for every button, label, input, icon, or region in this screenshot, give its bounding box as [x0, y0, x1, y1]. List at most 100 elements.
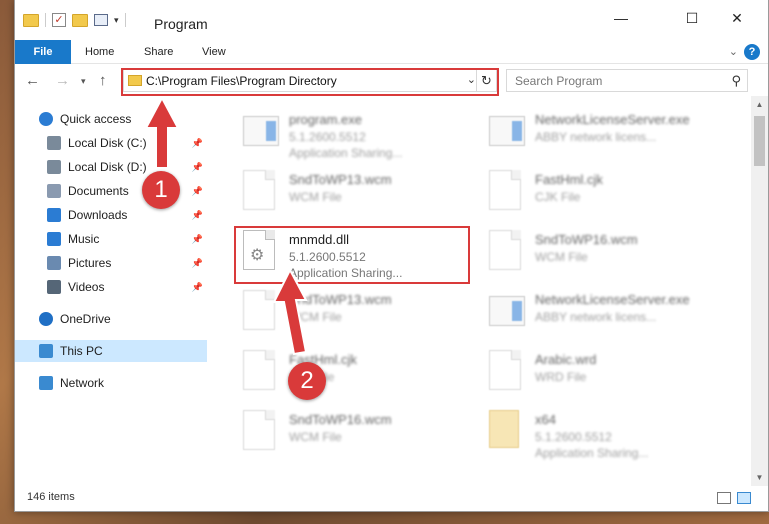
tab-home[interactable]: Home	[85, 40, 114, 64]
sidebar-item-label: Music	[68, 232, 100, 246]
expand-ribbon-chevron-icon[interactable]: ⌄	[729, 45, 738, 58]
file-name: program.exe	[289, 112, 362, 127]
file-name: x64	[535, 412, 556, 427]
videos-icon	[47, 280, 61, 294]
maximize-button[interactable]: ☐	[669, 10, 715, 27]
search-placeholder: Search Program	[515, 74, 603, 88]
pin-icon[interactable]: 📌	[192, 180, 203, 202]
sidebar-item-local-disk-c[interactable]: Local Disk (C:) 📌	[15, 132, 207, 154]
file-meta: WCM File	[535, 250, 588, 264]
back-arrow-icon[interactable]: ←	[25, 72, 40, 89]
file-item[interactable]: SndToWP16.wcm WCM File	[483, 224, 723, 280]
application-icon	[489, 110, 525, 152]
sidebar-item-network[interactable]: Network	[15, 372, 207, 394]
sidebar-item-label: Quick access	[60, 112, 132, 126]
sidebar-item-pictures[interactable]: Pictures 📌	[15, 252, 207, 274]
tab-share[interactable]: Share	[144, 40, 173, 64]
file-item[interactable]: SndToWP13.wcm WCM File	[237, 284, 477, 340]
item-count: 146 items	[27, 491, 75, 503]
file-description: Application Sharing...	[289, 146, 403, 160]
new-folder-icon[interactable]	[72, 13, 88, 27]
sidebar-item-local-disk-d[interactable]: Local Disk (D:) 📌	[15, 156, 207, 178]
quick-access-toolbar: ✓ ▾	[23, 13, 126, 27]
sidebar-item-downloads[interactable]: Downloads 📌	[15, 204, 207, 226]
drive-icon	[47, 160, 61, 174]
file-item[interactable]: NetworkLicenseServer.exe ABBY network lic…	[483, 104, 723, 160]
scrollbar-thumb[interactable]	[754, 116, 765, 166]
file-meta: WCM File	[289, 190, 342, 204]
search-input[interactable]: Search Program ⚲	[506, 69, 748, 92]
details-view-icon[interactable]	[717, 492, 731, 504]
recent-locations-chevron-icon[interactable]: ▾	[81, 76, 86, 87]
sidebar-item-onedrive[interactable]: OneDrive	[15, 308, 207, 330]
pin-icon[interactable]: 📌	[192, 204, 203, 226]
file-item[interactable]: NetworkLicenseServer.exe ABBY network lic…	[483, 284, 723, 340]
document-icon	[243, 290, 279, 332]
file-name: SndToWP13.wcm	[289, 172, 392, 187]
sidebar-item-videos[interactable]: Videos 📌	[15, 276, 207, 298]
title-bar: ✓ ▾ Program — ☐ ✕	[15, 0, 768, 40]
document-icon	[489, 230, 525, 272]
file-meta: ABBY network licens...	[535, 310, 657, 324]
sidebar-item-label: Local Disk (D:)	[68, 160, 147, 174]
file-meta: WCM File	[289, 310, 342, 324]
folder-icon	[489, 410, 525, 452]
up-arrow-icon[interactable]: ↑	[99, 72, 107, 89]
pin-icon[interactable]: 📌	[192, 156, 203, 178]
sidebar-item-label: Pictures	[68, 256, 112, 270]
documents-icon	[47, 184, 61, 198]
file-item[interactable]: x64 5.1.2600.5512 Application Sharing...	[483, 404, 723, 460]
minimize-button[interactable]: —	[598, 10, 644, 26]
drive-icon	[47, 136, 61, 150]
document-icon	[243, 410, 279, 452]
step-marker-2: 2	[288, 362, 326, 400]
forward-arrow-icon[interactable]: →	[55, 72, 70, 89]
document-icon	[489, 170, 525, 212]
close-button[interactable]: ✕	[714, 10, 760, 27]
scroll-up-arrow-icon[interactable]: ▲	[751, 100, 768, 109]
file-item[interactable]: FastHml.cjkCJK File	[483, 164, 723, 220]
scroll-down-arrow-icon[interactable]: ▼	[751, 473, 768, 482]
address-highlight-box	[121, 68, 499, 96]
pin-icon[interactable]: 📌	[192, 132, 203, 154]
application-icon	[489, 290, 525, 332]
pin-icon[interactable]: 📌	[192, 228, 203, 250]
file-item[interactable]: SndToWP13.wcm WCM File	[237, 164, 477, 220]
search-icon[interactable]: ⚲	[731, 73, 741, 89]
download-icon	[47, 208, 61, 222]
sidebar-item-this-pc[interactable]: This PC	[15, 340, 207, 362]
file-item[interactable]: FastHml.cjkCJK File	[237, 344, 477, 400]
file-item[interactable]: program.exe 5.1.2600.5512 Application Shar…	[237, 104, 477, 160]
explorer-window: ✓ ▾ Program — ☐ ✕ File Home Share View ⌄…	[14, 0, 769, 512]
vertical-scrollbar[interactable]: ▲ ▼	[751, 96, 768, 486]
window-title: Program	[154, 16, 208, 32]
sidebar-item-quick-access[interactable]: Quick access	[15, 108, 207, 130]
document-icon	[489, 350, 525, 392]
sidebar-item-label: Documents	[68, 184, 129, 198]
file-meta: WCM File	[289, 430, 342, 444]
file-item[interactable]: SndToWP16.wcm WCM File	[237, 404, 477, 460]
folder-icon[interactable]	[23, 13, 39, 27]
properties-check-icon[interactable]: ✓	[52, 13, 66, 27]
file-meta: 5.1.2600.5512	[535, 430, 612, 444]
navigation-pane: Quick access Local Disk (C:) 📌 Local Disk (…	[15, 96, 209, 486]
sidebar-item-label: This PC	[60, 344, 103, 358]
file-meta: CJK File	[535, 190, 581, 204]
large-icons-view-icon[interactable]	[737, 492, 751, 504]
properties-icon[interactable]	[94, 14, 108, 26]
customize-toolbar-chevron-icon[interactable]: ▾	[114, 15, 119, 26]
computer-icon	[39, 344, 53, 358]
sidebar-item-label: Videos	[68, 280, 105, 294]
help-icon[interactable]: ?	[744, 44, 760, 60]
tab-view[interactable]: View	[202, 40, 226, 64]
file-highlight-box	[234, 226, 470, 284]
file-item[interactable]: Arabic.wrd WRD File	[483, 344, 723, 400]
sidebar-item-label: OneDrive	[60, 312, 111, 326]
file-name: NetworkLicenseServer.exe	[535, 112, 690, 127]
sidebar-item-music[interactable]: Music 📌	[15, 228, 207, 250]
pin-icon[interactable]: 📌	[192, 252, 203, 274]
network-icon	[39, 376, 53, 390]
file-name: SndToWP16.wcm	[289, 412, 392, 427]
pin-icon[interactable]: 📌	[192, 276, 203, 298]
file-name: SndToWP16.wcm	[535, 232, 638, 247]
